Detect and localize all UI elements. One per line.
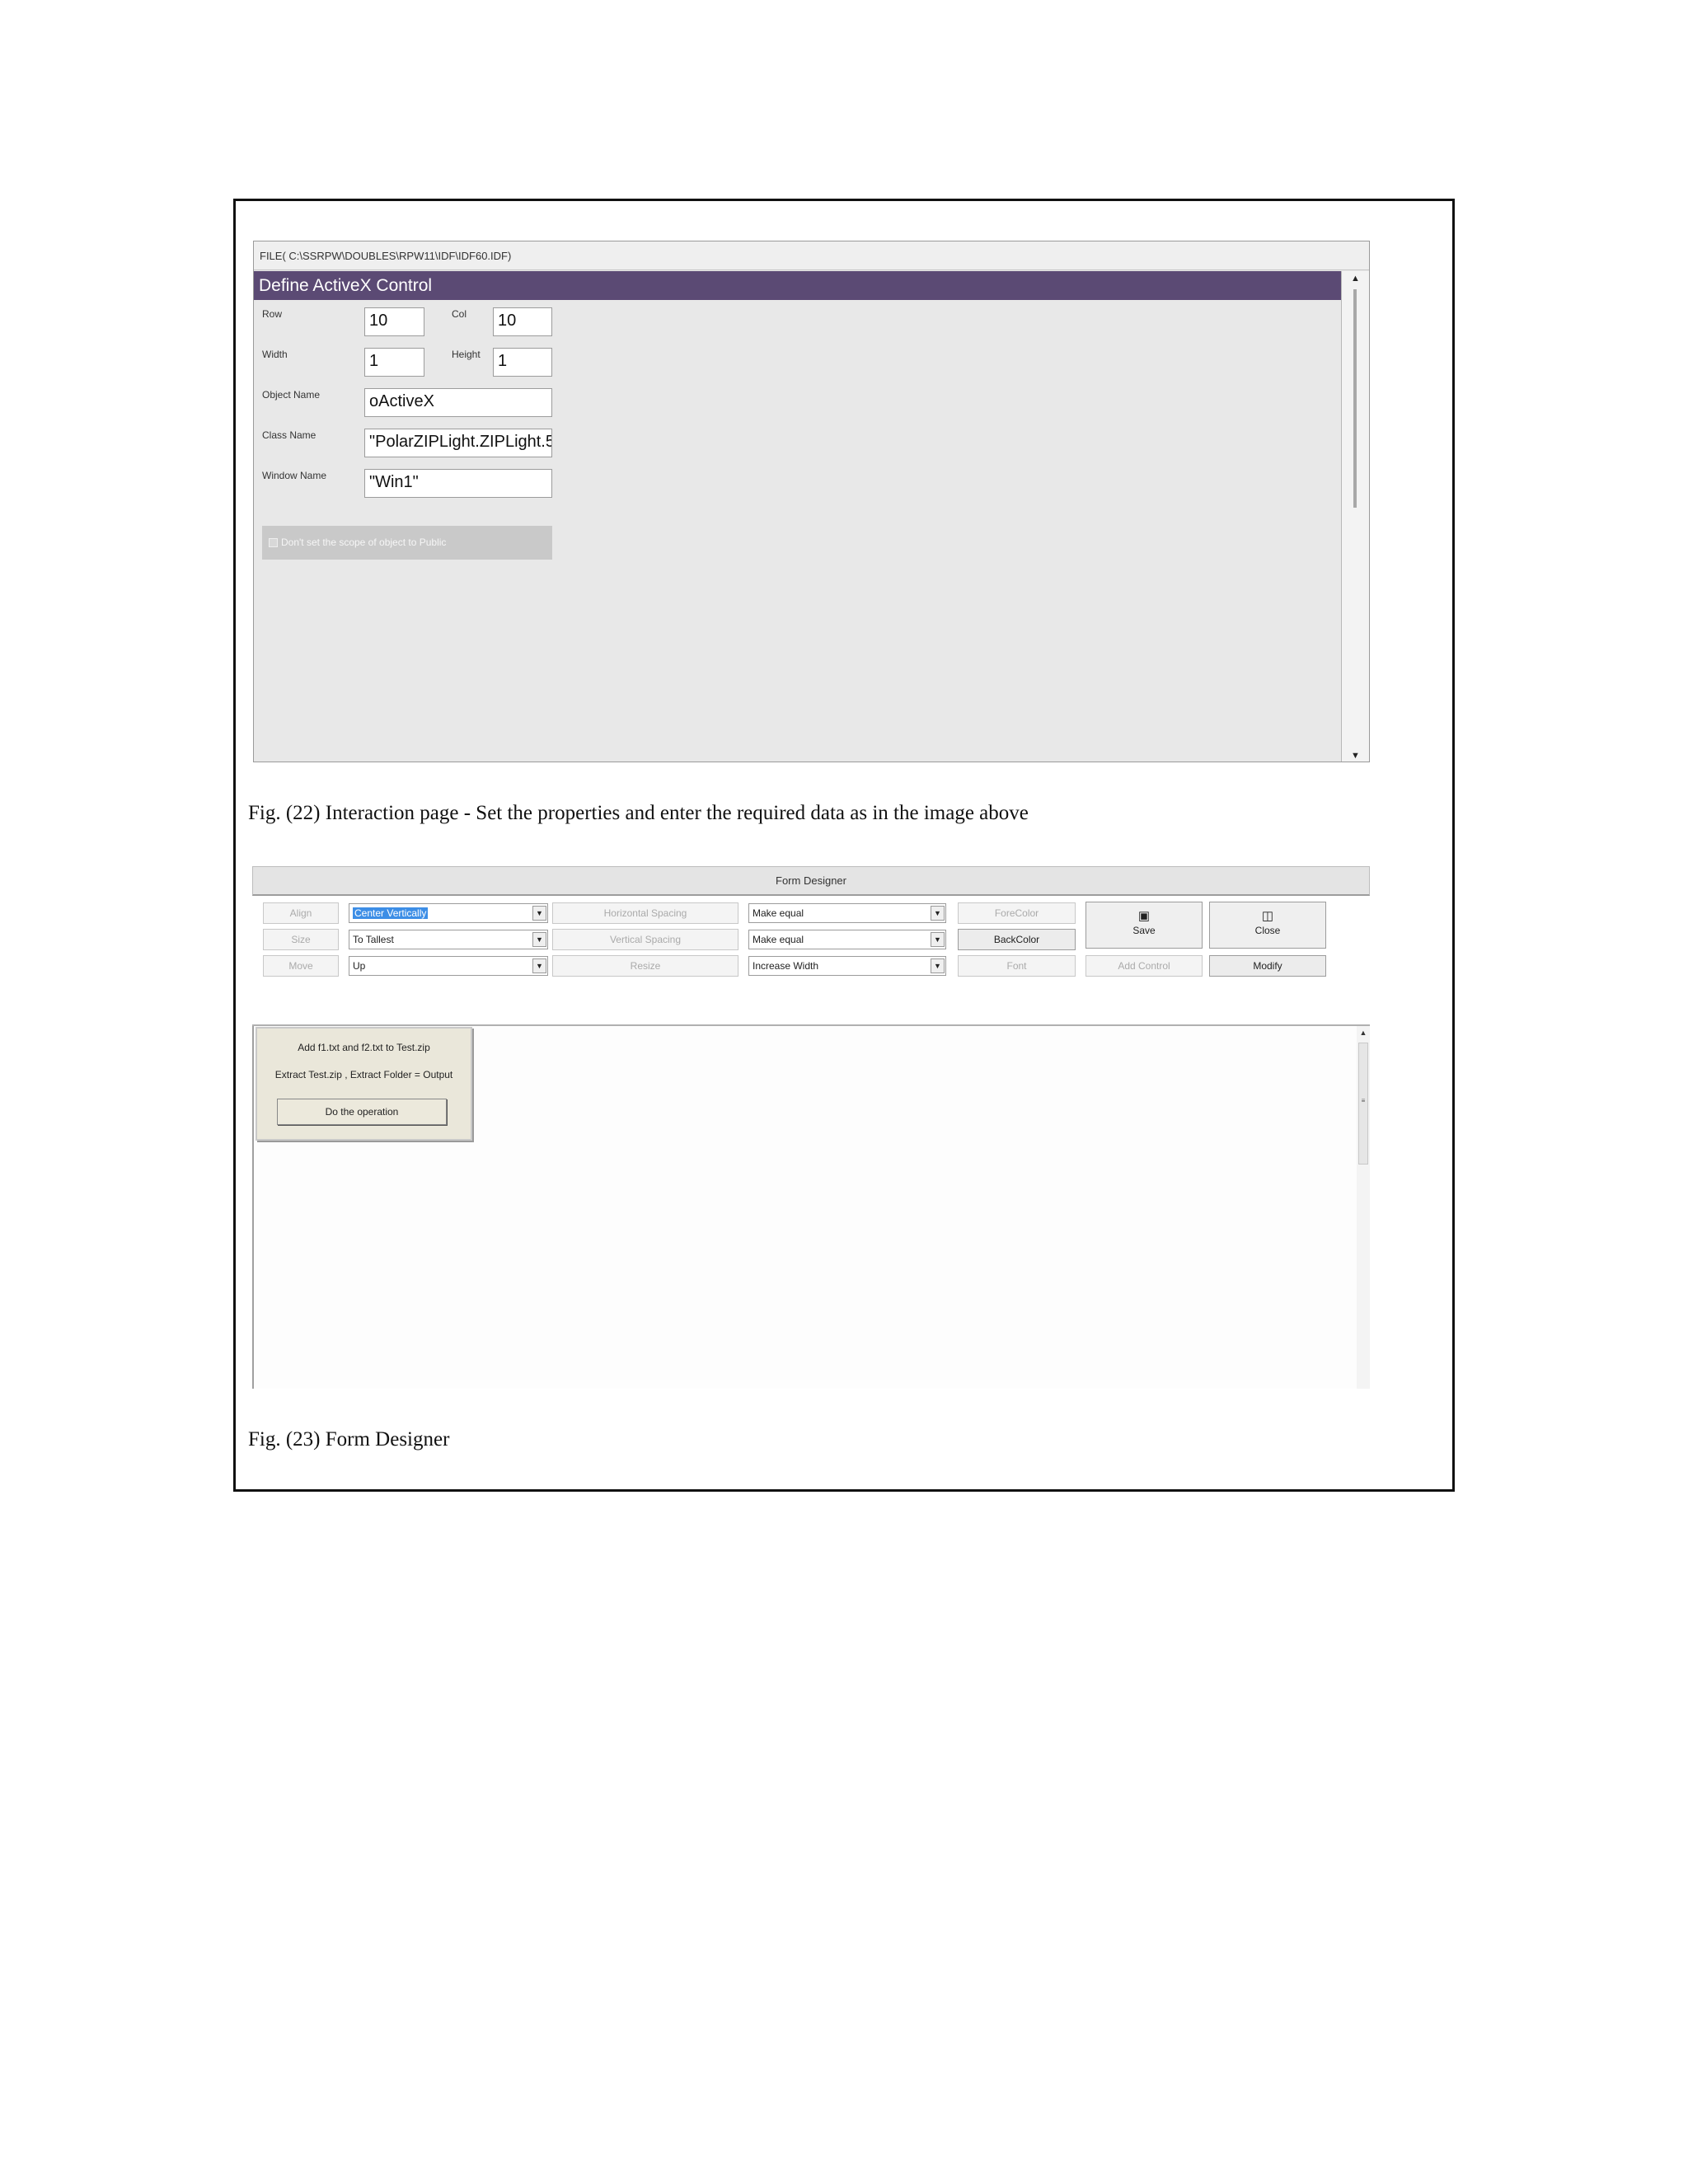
col-label: Col xyxy=(452,308,467,320)
backcolor-button[interactable]: BackColor xyxy=(958,929,1076,950)
preview-line-1: Add f1.txt and f2.txt to Test.zip xyxy=(298,1042,430,1053)
move-select[interactable]: Up ▼ xyxy=(349,956,548,976)
do-operation-button[interactable]: Do the operation xyxy=(277,1099,447,1125)
vertical-spacing-button[interactable]: Vertical Spacing xyxy=(552,929,738,950)
form-designer-window: Form Designer Align Center Vertically ▼ … xyxy=(252,866,1370,1389)
class-name-input[interactable]: "PolarZIPLight.ZIPLight.5" xyxy=(364,429,552,457)
horizontal-spacing-button[interactable]: Horizontal Spacing xyxy=(552,902,738,924)
designer-toolbar: Align Center Vertically ▼ Horizontal Spa… xyxy=(252,896,1370,1026)
chevron-down-icon[interactable]: ▼ xyxy=(532,958,546,973)
window-name-input[interactable]: "Win1" xyxy=(364,469,552,498)
scroll-up-arrow-icon[interactable]: ▲ xyxy=(1357,1026,1370,1039)
save-button-label: Save xyxy=(1132,925,1156,936)
folder-exit-icon: ◫ xyxy=(1261,909,1274,923)
scroll-thumb[interactable]: ≡ xyxy=(1358,1043,1368,1165)
checkbox-square[interactable] xyxy=(269,538,278,548)
figure-22-caption: Fig. (22) Interaction page - Set the pro… xyxy=(248,802,1029,824)
preview-line-2: Extract Test.zip , Extract Folder = Outp… xyxy=(274,1069,453,1080)
horizontal-spacing-value: Make equal xyxy=(753,907,804,919)
class-name-label: Class Name xyxy=(262,429,316,441)
move-button[interactable]: Move xyxy=(263,955,339,977)
modify-button[interactable]: Modify xyxy=(1209,955,1326,977)
define-activex-window: FILE( C:\SSRPW\DOUBLES\RPW11\IDF\IDF60.I… xyxy=(253,241,1370,762)
scroll-thumb[interactable] xyxy=(1353,289,1357,508)
height-input[interactable]: 1 xyxy=(493,348,552,377)
chevron-down-icon[interactable]: ▼ xyxy=(931,958,945,973)
public-scope-checkbox[interactable]: Don't set the scope of object to Public xyxy=(262,526,552,560)
close-button[interactable]: ◫ Close xyxy=(1209,902,1326,949)
dialog-title: Define ActiveX Control xyxy=(254,271,1342,300)
floppy-disk-icon: ▣ xyxy=(1137,909,1151,923)
row-input[interactable]: 10 xyxy=(364,307,424,336)
width-input[interactable]: 1 xyxy=(364,348,424,377)
chevron-down-icon[interactable]: ▼ xyxy=(532,932,546,947)
save-button[interactable]: ▣ Save xyxy=(1085,902,1203,949)
scroll-down-arrow-icon[interactable]: ▼ xyxy=(1342,748,1369,762)
forecolor-button[interactable]: ForeColor xyxy=(958,902,1076,924)
dialog-scrollbar[interactable]: ▲ ▼ xyxy=(1341,271,1369,762)
col-input[interactable]: 10 xyxy=(493,307,552,336)
size-select[interactable]: To Tallest ▼ xyxy=(349,930,548,949)
move-select-value: Up xyxy=(353,960,366,972)
horizontal-spacing-select[interactable]: Make equal ▼ xyxy=(748,903,946,923)
align-select[interactable]: Center Vertically ▼ xyxy=(349,903,548,923)
chevron-down-icon[interactable]: ▼ xyxy=(532,906,546,921)
align-select-value: Center Vertically xyxy=(353,907,429,919)
preview-form[interactable]: Add f1.txt and f2.txt to Test.zip Extrac… xyxy=(256,1027,472,1141)
close-button-label: Close xyxy=(1254,925,1281,936)
size-select-value: To Tallest xyxy=(353,934,394,945)
chevron-down-icon[interactable]: ▼ xyxy=(931,906,945,921)
size-button[interactable]: Size xyxy=(263,929,339,950)
scroll-up-arrow-icon[interactable]: ▲ xyxy=(1342,271,1369,286)
design-canvas[interactable]: Add f1.txt and f2.txt to Test.zip Extrac… xyxy=(252,1026,1370,1389)
resize-select[interactable]: Increase Width ▼ xyxy=(748,956,946,976)
public-scope-checkbox-label: Don't set the scope of object to Public xyxy=(281,537,447,548)
font-button[interactable]: Font xyxy=(958,955,1076,977)
form-designer-title: Form Designer xyxy=(252,866,1370,896)
height-label: Height xyxy=(452,349,481,360)
chevron-down-icon[interactable]: ▼ xyxy=(931,932,945,947)
row-label: Row xyxy=(262,308,283,320)
figure-23-caption: Fig. (23) Form Designer xyxy=(248,1428,450,1451)
window-name-label: Window Name xyxy=(262,470,327,481)
width-label: Width xyxy=(262,349,288,360)
align-button[interactable]: Align xyxy=(263,902,339,924)
resize-select-value: Increase Width xyxy=(753,960,819,972)
file-path-bar: FILE( C:\SSRPW\DOUBLES\RPW11\IDF\IDF60.I… xyxy=(254,241,1369,270)
add-control-button[interactable]: Add Control xyxy=(1085,955,1203,977)
vertical-spacing-select[interactable]: Make equal ▼ xyxy=(748,930,946,949)
canvas-scrollbar[interactable]: ▲ ≡ xyxy=(1357,1026,1370,1389)
object-name-label: Object Name xyxy=(262,389,321,401)
object-name-input[interactable]: oActiveX xyxy=(364,388,552,417)
vertical-spacing-value: Make equal xyxy=(753,934,804,945)
resize-button[interactable]: Resize xyxy=(552,955,738,977)
